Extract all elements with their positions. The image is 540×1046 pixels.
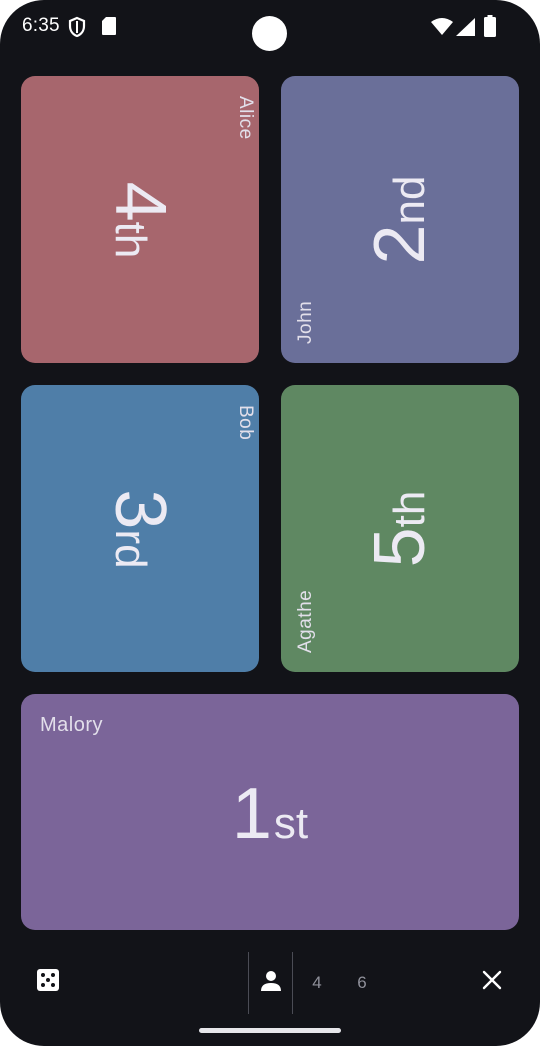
player-mode-button[interactable] bbox=[249, 954, 292, 1012]
player-name: Malory bbox=[40, 714, 104, 736]
dice-icon bbox=[36, 968, 60, 997]
home-indicator[interactable] bbox=[199, 1028, 341, 1033]
signal-icon bbox=[456, 18, 476, 41]
rank-number: 1 bbox=[231, 774, 272, 854]
person-icon bbox=[259, 969, 283, 998]
player-tile-john[interactable]: John 2 nd bbox=[281, 76, 519, 363]
status-bar: 6:35 bbox=[0, 0, 540, 56]
rank-suffix: nd bbox=[385, 175, 434, 224]
player-tile-alice[interactable]: Alice 4 th bbox=[21, 76, 259, 363]
rank-suffix: rd bbox=[106, 528, 155, 569]
player-tile-malory[interactable]: Malory 1 st bbox=[21, 694, 519, 930]
rank-number: 3 bbox=[100, 488, 180, 529]
segment-divider bbox=[292, 952, 293, 1014]
phone-screen: 6:35 Alice 4 th John 2 nd Bob 3 rd Agath… bbox=[0, 0, 540, 1046]
rank-display: 3 rd bbox=[100, 488, 180, 569]
battery-icon bbox=[484, 15, 496, 42]
front-camera bbox=[252, 16, 287, 51]
wifi-icon bbox=[431, 18, 453, 41]
rank-suffix: th bbox=[106, 221, 155, 258]
player-tile-bob[interactable]: Bob 3 rd bbox=[21, 385, 259, 672]
rank-suffix: st bbox=[273, 799, 309, 848]
dice-button[interactable] bbox=[26, 960, 70, 1004]
close-button[interactable] bbox=[470, 960, 514, 1004]
close-icon bbox=[482, 970, 502, 995]
rank-suffix: th bbox=[385, 490, 434, 527]
shield-icon bbox=[68, 16, 86, 43]
count-option-4[interactable]: 4 bbox=[300, 968, 334, 998]
status-time: 6:35 bbox=[22, 15, 60, 36]
rank-number: 5 bbox=[360, 526, 440, 567]
rank-display: 4 th bbox=[100, 181, 180, 258]
rank-display: 1 st bbox=[21, 778, 519, 850]
player-tile-agathe[interactable]: Agathe 5 th bbox=[281, 385, 519, 672]
rank-number: 2 bbox=[360, 223, 440, 264]
player-name: Alice bbox=[235, 96, 256, 140]
player-name: Bob bbox=[235, 405, 256, 441]
player-name: John bbox=[295, 300, 316, 344]
bottom-bar: 4 6 bbox=[0, 940, 540, 1030]
rank-display: 5 th bbox=[360, 490, 440, 567]
sd-card-icon bbox=[101, 16, 117, 41]
rank-number: 4 bbox=[100, 181, 180, 222]
player-name: Agathe bbox=[295, 589, 316, 653]
count-option-6[interactable]: 6 bbox=[345, 968, 379, 998]
rank-display: 2 nd bbox=[360, 175, 440, 264]
